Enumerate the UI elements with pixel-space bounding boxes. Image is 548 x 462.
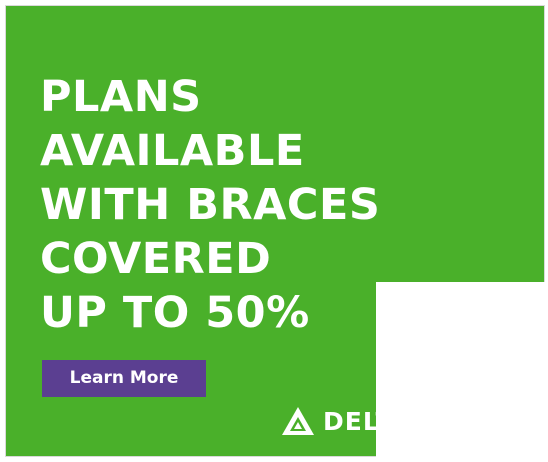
- learn-more-button[interactable]: Learn More: [42, 360, 206, 397]
- headline-line: AVAILABLE: [40, 126, 305, 176]
- delta-triangle-icon: [282, 407, 314, 435]
- ad-headline: PLANS AVAILABLE WITH BRACES COVERED UP T…: [40, 70, 380, 340]
- blank-overlay: [376, 282, 548, 462]
- headline-line: PLANS: [40, 72, 202, 122]
- headline-line: COVERED: [40, 234, 272, 284]
- headline-line: WITH BRACES: [40, 180, 381, 230]
- headline-line: UP TO 50%: [40, 288, 310, 338]
